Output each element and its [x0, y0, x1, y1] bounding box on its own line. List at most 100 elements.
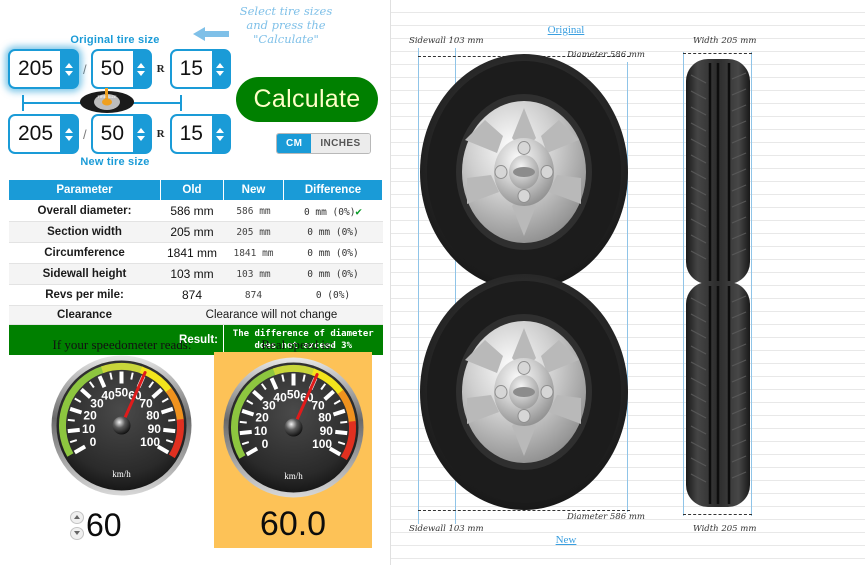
new-tire-side-view	[420, 274, 628, 510]
speed-input-value[interactable]: 60	[86, 508, 122, 542]
new-size-row: 205 / 50 R 15	[8, 113, 231, 155]
row-new: 1841 mm	[223, 242, 284, 264]
svg-text:80: 80	[146, 408, 160, 422]
comparison-table: Parameter Old New Difference Overall dia…	[8, 179, 383, 355]
calculate-button[interactable]: Calculate	[236, 77, 378, 122]
separator-slash: /	[83, 61, 87, 77]
unit-cm-button[interactable]: CM	[277, 134, 312, 153]
separator-r: R	[156, 63, 165, 75]
speedometer-left-heading: If your speedometer reads:	[52, 337, 192, 352]
svg-text:40: 40	[101, 388, 115, 402]
svg-text:10: 10	[254, 424, 268, 438]
original-rim-select[interactable]: 15	[169, 49, 231, 89]
new-diameter-label: Diameter 586 mm	[567, 512, 645, 522]
new-width-stepper[interactable]	[60, 116, 78, 152]
original-width-stepper[interactable]	[60, 51, 78, 87]
row-old: 205 mm	[160, 221, 224, 243]
new-rim-stepper[interactable]	[211, 116, 229, 152]
table-row: Section width 205 mm 205 mm 0 mm (0%)	[8, 221, 383, 243]
svg-text:50: 50	[287, 388, 301, 402]
new-width-label: Width 205 mm	[693, 524, 757, 534]
annotation-line-2: and press the	[246, 18, 326, 32]
row-difference: 0 mm (0%)	[283, 242, 383, 264]
new-rim-select[interactable]: 15	[169, 114, 231, 154]
new-size-label: New tire size	[80, 156, 150, 168]
original-tire-tread-view	[686, 59, 750, 284]
svg-text:0: 0	[262, 437, 269, 451]
stepper-up-icon[interactable]	[70, 510, 84, 524]
svg-text:50: 50	[115, 386, 129, 400]
svg-text:TIRE SIZE: TIRE SIZE	[97, 94, 116, 99]
original-width-label: Width 205 mm	[693, 36, 757, 46]
row-old: 103 mm	[160, 263, 224, 285]
header-parameter: Parameter	[8, 179, 161, 201]
diagram-caption-new: New	[555, 534, 577, 546]
header-old: Old	[160, 179, 224, 201]
original-aspect-value: 50	[92, 51, 133, 87]
row-new: 103 mm	[223, 263, 284, 285]
annotation-line-3: "Calculate"	[253, 32, 319, 46]
svg-text:40: 40	[273, 390, 287, 404]
original-size-label: Original tire size	[70, 34, 160, 46]
tire-diagram-panel: Original New Sidewall 103 mm Diameter 58…	[390, 0, 865, 565]
speedometer-gauge-right: 0102030405060708090100 km/h	[223, 357, 364, 498]
speed-stepper[interactable]	[70, 510, 84, 540]
width-dash-line	[683, 53, 752, 54]
new-width-value: 205	[10, 116, 61, 152]
svg-text:100: 100	[312, 437, 332, 451]
table-row: Sidewall height 103 mm 103 mm 0 mm (0%)	[8, 263, 383, 285]
row-old: 586 mm	[160, 200, 224, 222]
row-old: 1841 mm	[160, 242, 224, 264]
diagram-caption-original: Original	[547, 24, 585, 36]
separator-slash: /	[83, 126, 87, 142]
original-size-row: 205 / 50 R 15	[8, 48, 231, 90]
table-row: Overall diameter: 586 mm 586 mm 0 mm (0%…	[8, 200, 383, 222]
row-parameter: Sidewall height	[8, 263, 161, 285]
original-width-value: 205	[10, 51, 61, 87]
speed-input-group[interactable]: 60	[70, 508, 122, 542]
original-rim-stepper[interactable]	[211, 51, 229, 87]
svg-text:90: 90	[320, 424, 334, 438]
row-parameter: Overall diameter:	[8, 200, 161, 222]
table-row: Revs per mile: 874 874 0 (0%)	[8, 284, 383, 306]
new-aspect-select[interactable]: 50	[90, 114, 152, 154]
row-parameter: Revs per mile:	[8, 284, 161, 306]
row-parameter: Circumference	[8, 242, 161, 264]
clearance-value: Clearance will not change	[160, 305, 383, 325]
row-new: 586 mm	[223, 200, 284, 222]
original-width-select[interactable]: 205	[8, 49, 80, 89]
check-icon: ✔	[355, 204, 363, 218]
svg-text:10: 10	[82, 422, 96, 436]
new-rim-value: 15	[171, 116, 212, 152]
new-aspect-value: 50	[92, 116, 133, 152]
speedometer-gauge-left: 0102030405060708090100 km/h	[51, 355, 192, 496]
row-difference: 0 mm (0%)✔	[283, 200, 383, 222]
svg-text:80: 80	[318, 410, 332, 424]
svg-text:km/h: km/h	[112, 469, 131, 479]
header-new: New	[223, 179, 284, 201]
row-difference: 0 mm (0%)	[283, 221, 383, 243]
row-difference-value: 0 mm (0%)	[303, 206, 356, 218]
svg-text:km/h: km/h	[284, 471, 303, 481]
original-aspect-select[interactable]: 50	[90, 49, 152, 89]
width-dash-line	[683, 514, 752, 515]
real-speed-value: 60.0	[259, 505, 327, 543]
original-sidewall-label: Sidewall 103 mm	[409, 36, 484, 46]
unit-inches-button[interactable]: INCHES	[311, 134, 370, 153]
new-width-select[interactable]: 205	[8, 114, 80, 154]
original-aspect-stepper[interactable]	[132, 51, 150, 87]
separator-r: R	[156, 128, 165, 140]
new-aspect-stepper[interactable]	[132, 116, 150, 152]
original-rim-value: 15	[171, 51, 212, 87]
table-row: Circumference 1841 mm 1841 mm 0 mm (0%)	[8, 242, 383, 264]
original-tire-side-view	[420, 54, 628, 290]
row-new: 874	[223, 284, 284, 306]
annotation-line-1: Select tire sizes	[239, 4, 333, 18]
stepper-down-icon[interactable]	[70, 526, 84, 540]
instruction-annotation: Select tire sizes and press the "Calcula…	[226, 4, 346, 46]
svg-text:0: 0	[90, 435, 97, 449]
svg-text:90: 90	[148, 422, 162, 436]
row-new: 205 mm	[223, 221, 284, 243]
row-old: 874	[160, 284, 224, 306]
unit-toggle[interactable]: CM INCHES	[276, 133, 371, 154]
